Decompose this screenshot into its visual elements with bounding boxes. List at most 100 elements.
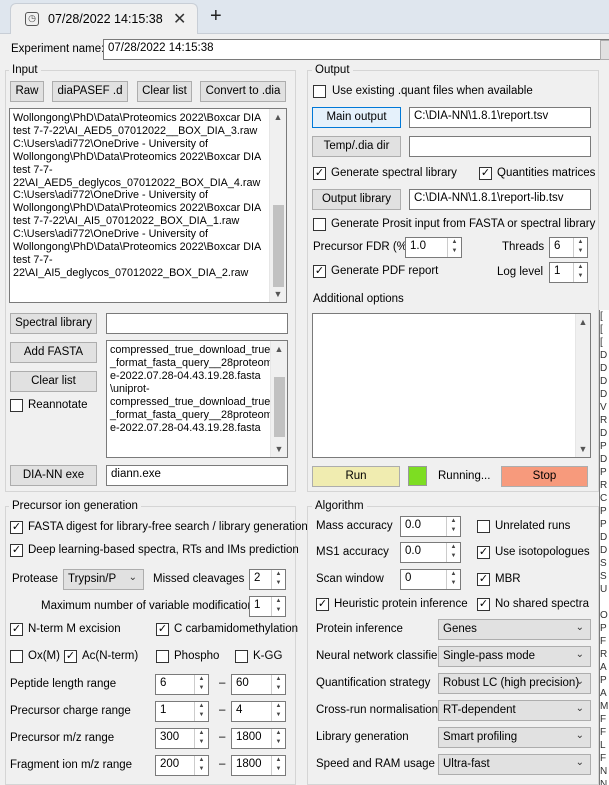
mass-accuracy-spinner[interactable]: 0.0 ▲ ▼	[400, 516, 461, 537]
temp-dir-input[interactable]	[409, 136, 591, 157]
spinner-arrows-icon[interactable]: ▲ ▼	[271, 570, 285, 589]
spinner-arrows-icon[interactable]: ▲ ▼	[446, 570, 460, 589]
charge-min-spinner[interactable]: 1 ▲ ▼	[155, 701, 209, 722]
spectral-library-input[interactable]	[106, 313, 288, 334]
charge-max-spinner[interactable]: 4 ▲ ▼	[231, 701, 286, 722]
close-tab-icon[interactable]: ✕	[173, 9, 186, 29]
nn-classifier-dropdown[interactable]: Single-pass mode ⌄	[438, 646, 591, 667]
max-var-mods-spinner[interactable]: 1 ▲ ▼	[249, 596, 286, 617]
deep-learning-checkbox[interactable]: ✓	[10, 544, 23, 557]
raw-files-scrollbar[interactable]: ▲ ▼	[269, 109, 286, 302]
scroll-up-icon[interactable]: ▲	[576, 314, 590, 330]
library-generation-dropdown[interactable]: Smart profiling ⌄	[438, 727, 591, 748]
threads-label: Threads	[502, 241, 545, 253]
generate-spectral-library-checkbox[interactable]: ✓	[313, 167, 326, 180]
precursor-fdr-spinner[interactable]: 1.0 ▲ ▼	[405, 237, 462, 258]
quant-strategy-dropdown[interactable]: Robust LC (high precision) ⌄	[438, 673, 591, 694]
spinner-arrows-icon[interactable]: ▲ ▼	[573, 238, 587, 257]
heuristic-inference-checkbox[interactable]: ✓	[316, 598, 329, 611]
spectral-library-button[interactable]: Spectral library	[10, 313, 97, 334]
scan-window-spinner[interactable]: 0 ▲ ▼	[400, 569, 461, 590]
spinner-arrows-icon[interactable]: ▲ ▼	[271, 729, 285, 748]
add-fasta-button[interactable]: Add FASTA	[10, 342, 97, 363]
clear-fasta-button[interactable]: Clear list	[10, 371, 97, 392]
c-carbamidomethylation-checkbox[interactable]: ✓	[156, 623, 169, 636]
main-output-input[interactable]: C:\DIA-NN\1.8.1\report.tsv	[409, 107, 591, 128]
precursor-mz-max-spinner[interactable]: 1800 ▲ ▼	[231, 728, 286, 749]
protein-inference-dropdown[interactable]: Genes ⌄	[438, 619, 591, 640]
fasta-digest-checkbox[interactable]: ✓	[10, 521, 23, 534]
scroll-down-icon[interactable]: ▼	[270, 286, 286, 302]
generate-pdf-checkbox[interactable]: ✓	[313, 265, 326, 278]
fasta-list[interactable]: compressed_true_download_true _format_fa…	[106, 340, 288, 458]
threads-spinner[interactable]: 6 ▲ ▼	[549, 237, 588, 258]
diapasef-button[interactable]: diaPASEF .d	[52, 81, 128, 102]
quantities-matrices-checkbox[interactable]: ✓	[479, 167, 492, 180]
spinner-arrows-icon[interactable]: ▲ ▼	[447, 238, 461, 257]
output-library-input[interactable]: C:\DIA-NN\1.8.1\report-lib.tsv	[409, 189, 591, 210]
mbr-checkbox[interactable]: ✓	[477, 573, 490, 586]
spinner-arrows-icon[interactable]: ▲ ▼	[194, 702, 208, 721]
missed-cleavages-label: Missed cleavages	[153, 573, 245, 585]
spinner-arrows-icon[interactable]: ▲ ▼	[194, 675, 208, 694]
spinner-arrows-icon[interactable]: ▲ ▼	[271, 702, 285, 721]
use-isotopologues-checkbox[interactable]: ✓	[477, 546, 490, 559]
output-group-title: Output	[312, 64, 353, 76]
spinner-arrows-icon[interactable]: ▲ ▼	[446, 517, 460, 536]
scroll-down-icon[interactable]: ▼	[576, 441, 590, 457]
ac-nterm-checkbox[interactable]: ✓	[64, 650, 77, 663]
spinner-arrows-icon[interactable]: ▲ ▼	[271, 597, 285, 616]
output-library-button[interactable]: Output library	[312, 189, 401, 210]
additional-options-input[interactable]: ▲ ▼	[312, 313, 591, 458]
clear-list-button[interactable]: Clear list	[137, 81, 192, 102]
raw-files-list[interactable]: Wollongong\PhD\Data\Proteomics 2022\Boxc…	[9, 108, 287, 303]
ms1-accuracy-spinner[interactable]: 0.0 ▲ ▼	[400, 542, 461, 563]
precursor-mz-min-spinner[interactable]: 300 ▲ ▼	[155, 728, 209, 749]
spinner-arrows-icon[interactable]: ▲ ▼	[194, 729, 208, 748]
diann-exe-input[interactable]: diann.exe	[106, 465, 288, 486]
spinner-arrows-icon[interactable]: ▲ ▼	[194, 756, 208, 775]
convert-dia-button[interactable]: Convert to .dia	[200, 81, 286, 102]
diann-exe-button[interactable]: DIA-NN exe	[10, 465, 97, 486]
fragment-mz-max-spinner[interactable]: 1800 ▲ ▼	[231, 755, 286, 776]
unrelated-runs-checkbox[interactable]	[477, 520, 490, 533]
missed-cleavages-spinner[interactable]: 2 ▲ ▼	[249, 569, 286, 590]
experiment-name-input[interactable]: 07/28/2022 14:15:38	[103, 39, 609, 60]
speed-ram-dropdown[interactable]: Ultra-fast ⌄	[438, 754, 591, 775]
peptide-length-min-spinner[interactable]: 6 ▲ ▼	[155, 674, 209, 695]
scroll-thumb[interactable]	[273, 205, 284, 287]
run-button[interactable]: Run	[312, 466, 400, 487]
use-existing-quant-checkbox[interactable]	[313, 85, 326, 98]
ox-m-checkbox[interactable]	[10, 650, 23, 663]
kgg-checkbox[interactable]	[235, 650, 248, 663]
protease-dropdown[interactable]: Trypsin/P ⌄	[63, 569, 144, 590]
log-side-button[interactable]	[600, 40, 609, 60]
tab-experiment[interactable]: ◷ 07/28/2022 14:15:38 ✕	[10, 3, 198, 34]
no-shared-spectra-checkbox[interactable]: ✓	[477, 598, 490, 611]
scroll-thumb[interactable]	[274, 377, 285, 437]
quantities-matrices-label: Quantities matrices	[497, 167, 596, 179]
spinner-arrows-icon[interactable]: ▲ ▼	[271, 756, 285, 775]
scroll-down-icon[interactable]: ▼	[271, 441, 287, 457]
nterm-excision-checkbox[interactable]: ✓	[10, 623, 23, 636]
reannotate-checkbox[interactable]	[10, 399, 23, 412]
spinner-arrows-icon[interactable]: ▲ ▼	[446, 543, 460, 562]
cross-run-dropdown[interactable]: RT-dependent ⌄	[438, 700, 591, 721]
log-panel[interactable]: [ [ [ D D D D V R D P D P R C P P D D S …	[599, 310, 609, 785]
options-scrollbar[interactable]: ▲ ▼	[575, 314, 590, 457]
temp-dir-button[interactable]: Temp/.dia dir	[312, 136, 401, 157]
main-output-button[interactable]: Main output	[312, 107, 401, 128]
phospho-checkbox[interactable]	[156, 650, 169, 663]
raw-button[interactable]: Raw	[10, 81, 44, 102]
peptide-length-max-spinner[interactable]: 60 ▲ ▼	[231, 674, 286, 695]
scroll-up-icon[interactable]: ▲	[271, 341, 287, 357]
generate-prosit-checkbox[interactable]	[313, 218, 326, 231]
stop-button[interactable]: Stop	[501, 466, 588, 487]
scroll-up-icon[interactable]: ▲	[270, 109, 286, 125]
fragment-mz-min-spinner[interactable]: 200 ▲ ▼	[155, 755, 209, 776]
fasta-scrollbar[interactable]: ▲ ▼	[270, 341, 287, 457]
spinner-arrows-icon[interactable]: ▲ ▼	[271, 675, 285, 694]
new-tab-icon[interactable]: +	[210, 5, 222, 28]
spinner-arrows-icon[interactable]: ▲ ▼	[573, 263, 587, 282]
log-level-spinner[interactable]: 1 ▲ ▼	[549, 262, 588, 283]
